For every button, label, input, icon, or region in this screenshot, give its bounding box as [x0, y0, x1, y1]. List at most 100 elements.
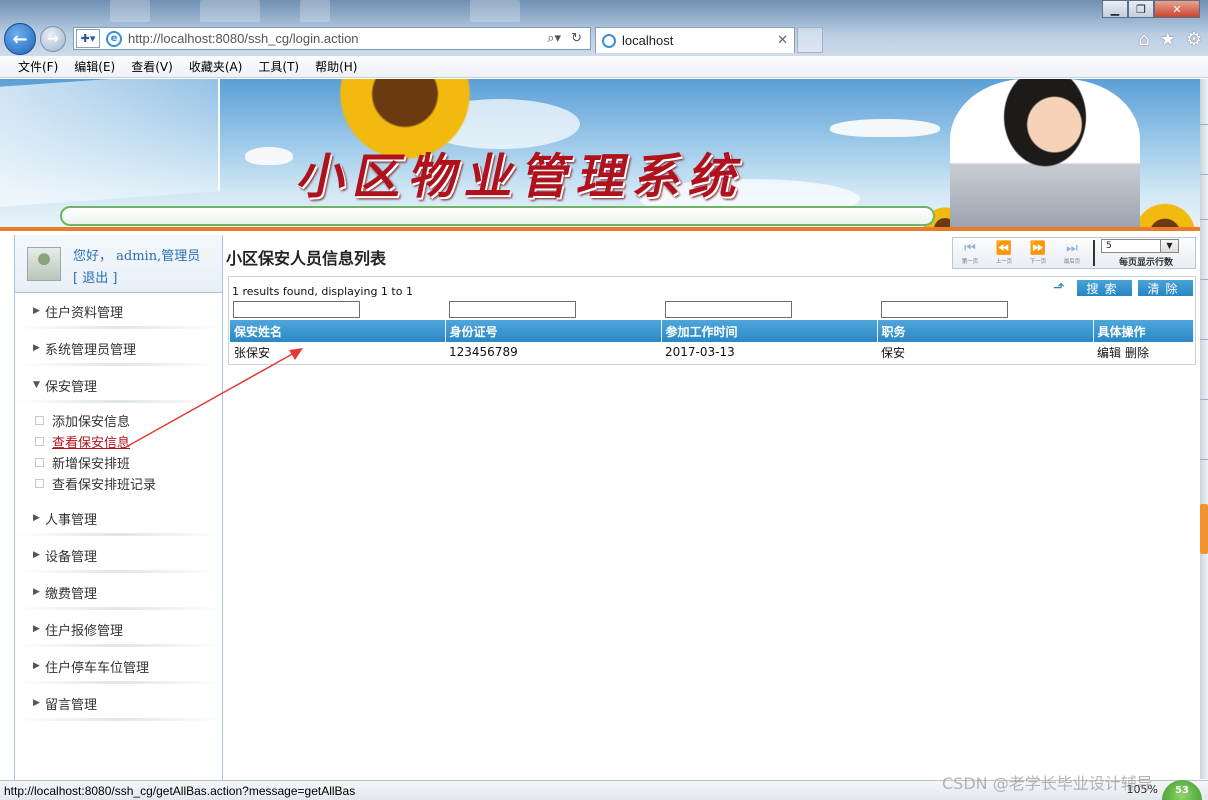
address-bar[interactable]: ✚▾ e http://localhost:8080/ssh_cg/login.… [73, 27, 591, 50]
sidebar-item-label: 设备管理 [45, 549, 98, 565]
close-tab-icon[interactable]: ✕ [777, 33, 788, 48]
search-button[interactable]: 搜索 [1077, 280, 1132, 296]
next-page-button[interactable]: ⏩ 下一页 [1021, 240, 1055, 265]
cell-position: 保安 [881, 345, 906, 360]
scrollbar-thumb[interactable] [1200, 504, 1208, 554]
maximize-button[interactable]: ❐ [1128, 0, 1154, 18]
delete-link[interactable]: 删除 [1125, 346, 1149, 360]
menu-favorites[interactable]: 收藏夹(A) [189, 58, 243, 75]
banner-title: 小区物业管理系统 [292, 149, 753, 205]
caret-right-icon: ▶ [33, 550, 40, 560]
sidebar-item-label: 系统管理员管理 [45, 342, 137, 358]
table-row: 张保安 123456789 2017-03-13 保安 编辑 删除 [230, 342, 1194, 362]
filter-date-input[interactable] [665, 301, 792, 318]
export-icon[interactable]: ⬏ [1053, 281, 1071, 295]
sidebar-item-messages[interactable]: ▶ 留言管理 [15, 685, 222, 722]
submenu-view-schedule[interactable]: 查看保安排班记录 [35, 473, 222, 494]
last-page-label: 最后页 [1063, 257, 1081, 265]
sunflower-image [1130, 199, 1200, 227]
bullet-box-icon [35, 479, 44, 488]
menu-view[interactable]: 查看(V) [131, 58, 173, 75]
prev-page-button[interactable]: ⏪ 上一页 [987, 240, 1021, 265]
left-sidebar: 您好， admin,管理员 [ 退出 ] ▶ 住户资料管理 ▶ 系统管理员管理 … [14, 235, 223, 780]
caret-right-icon: ▶ [33, 587, 40, 597]
last-page-icon: ⏭ [1066, 240, 1078, 256]
new-tab-button[interactable] [797, 27, 823, 53]
sidebar-item-payment[interactable]: ▶ 缴费管理 [15, 574, 222, 611]
menu-file[interactable]: 文件(F) [18, 58, 58, 75]
home-icon[interactable]: ⌂ [1138, 29, 1149, 50]
filter-id-input[interactable] [449, 301, 576, 318]
bullet-box-icon [35, 416, 44, 425]
column-header-id[interactable]: 身份证号 [445, 320, 662, 342]
user-greeting: 您好， admin,管理员 [73, 249, 201, 264]
forward-button[interactable]: → [40, 26, 66, 52]
next-page-icon: ⏩ [1029, 240, 1047, 256]
menu-edit[interactable]: 编辑(E) [74, 58, 115, 75]
last-page-button[interactable]: ⏭ 最后页 [1055, 240, 1089, 265]
compatibility-view-icon[interactable]: ✚▾ [76, 29, 100, 48]
bullet-box-icon [35, 437, 44, 446]
edit-link[interactable]: 编辑 [1097, 346, 1121, 360]
caret-right-icon: ▶ [33, 343, 40, 353]
submenu-view-guards[interactable]: 查看保安信息 [35, 431, 222, 452]
user-info-box: 您好， admin,管理员 [ 退出 ] [15, 235, 222, 293]
clear-button[interactable]: 清除 [1138, 280, 1193, 296]
grid-actions: ⬏ 搜索 清除 [1053, 280, 1193, 296]
logout-link[interactable]: [ 退出 ] [73, 267, 117, 286]
prev-page-label: 上一页 [995, 257, 1013, 265]
column-header-name[interactable]: 保安姓名 [230, 320, 446, 342]
submenu-label: 查看保安排班记录 [52, 478, 157, 493]
filter-position-input[interactable] [881, 301, 1008, 318]
filter-name-input[interactable] [233, 301, 360, 318]
sidebar-item-repair[interactable]: ▶ 住户报修管理 [15, 611, 222, 648]
submenu-add-guard[interactable]: 添加保安信息 [35, 410, 222, 431]
gear-icon[interactable]: ⚙ [1186, 29, 1202, 50]
submenu-label: 添加保安信息 [52, 415, 131, 430]
tab-title: localhost [622, 33, 674, 48]
favorites-star-icon[interactable]: ★ [1160, 29, 1176, 50]
sidebar-item-security[interactable]: ▼ 保安管理 [15, 367, 222, 404]
sidebar-item-label: 留言管理 [45, 697, 98, 713]
close-window-button[interactable]: ✕ [1154, 0, 1200, 18]
banner-glass-panel [0, 79, 220, 207]
bullet-box-icon [35, 458, 44, 467]
search-icon[interactable]: ⌕▾ [547, 31, 561, 46]
column-header-start-date[interactable]: 参加工作时间 [661, 320, 878, 342]
page-size-select[interactable]: 5 ▼ [1101, 238, 1179, 253]
main-content: 小区保安人员信息列表 ⏮ 第一页 ⏪ 上一页 ⏩ 下一页 ⏭ 最后页 5 ▼ 每… [224, 235, 1200, 780]
menu-tools[interactable]: 工具(T) [258, 58, 299, 75]
minimize-button[interactable]: ▁ [1102, 0, 1128, 18]
forward-arrow-icon: → [47, 31, 59, 47]
security-submenu: 添加保安信息 查看保安信息 新增保安排班 查看保安排班记录 [15, 404, 222, 500]
menu-help[interactable]: 帮助(H) [315, 58, 357, 75]
address-url[interactable]: http://localhost:8080/ssh_cg/login.actio… [128, 31, 547, 46]
sidebar-item-label: 住户报修管理 [45, 623, 124, 639]
sidebar-item-admin[interactable]: ▶ 系统管理员管理 [15, 330, 222, 367]
results-summary: 1 results found, displaying 1 to 1 [232, 285, 413, 298]
sidebar-item-parking[interactable]: ▶ 住户停车车位管理 [15, 648, 222, 685]
back-button[interactable]: ← [4, 23, 36, 55]
browser-tab[interactable]: localhost ✕ [595, 27, 795, 53]
sidebar-item-hr[interactable]: ▶ 人事管理 [15, 500, 222, 537]
sidebar-item-label: 保安管理 [45, 379, 98, 395]
status-url: http://localhost:8080/ssh_cg/getAllBas.a… [4, 783, 356, 798]
menu-bar: 文件(F) 编辑(E) 查看(V) 收藏夹(A) 工具(T) 帮助(H) [0, 56, 1208, 78]
banner-bar [60, 206, 935, 226]
cell-start-date: 2017-03-13 [665, 345, 735, 359]
submenu-label: 新增保安排班 [52, 457, 131, 472]
first-page-button[interactable]: ⏮ 第一页 [953, 241, 987, 265]
refresh-icon[interactable]: ↻ [571, 31, 582, 46]
caret-right-icon: ▶ [33, 513, 40, 523]
prev-page-icon: ⏪ [995, 240, 1013, 256]
window-controls: ▁ ❐ ✕ [1102, 0, 1200, 18]
sidebar-item-resident-info[interactable]: ▶ 住户资料管理 [15, 293, 222, 330]
sidebar-item-label: 人事管理 [45, 512, 98, 528]
window-scrollbar[interactable] [1200, 79, 1208, 779]
avatar [27, 247, 61, 281]
sidebar-item-equipment[interactable]: ▶ 设备管理 [15, 537, 222, 574]
column-header-position[interactable]: 职务 [877, 320, 1094, 342]
submenu-add-schedule[interactable]: 新增保安排班 [35, 452, 222, 473]
cell-actions: 编辑 删除 [1093, 342, 1194, 362]
pager-divider [1093, 240, 1095, 266]
